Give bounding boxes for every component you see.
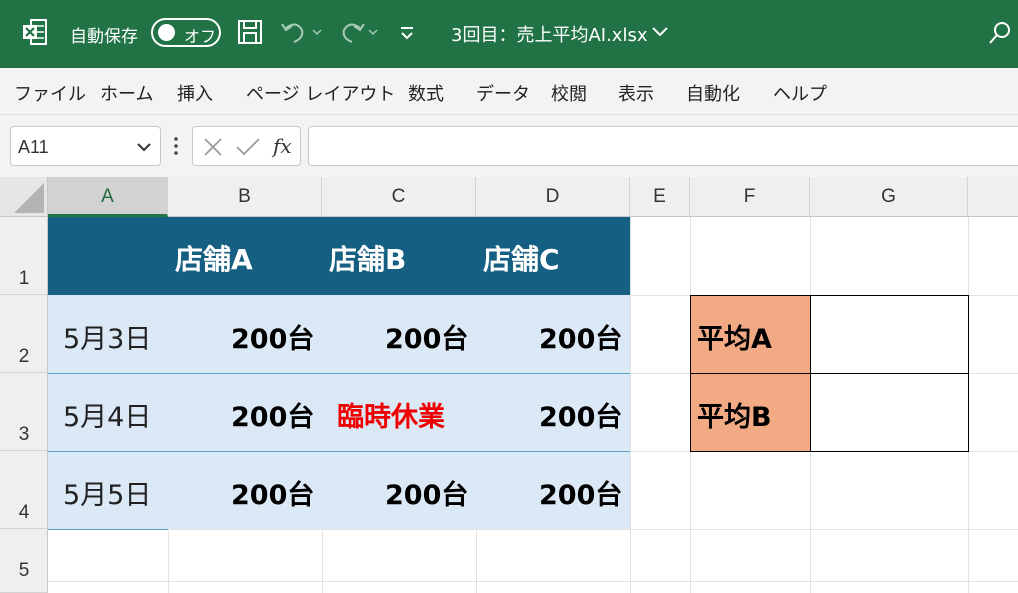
autosave-toggle[interactable]: オフ: [151, 18, 221, 47]
value-cell[interactable]: 200台: [539, 317, 622, 356]
gridline: [630, 217, 631, 593]
average-b-value[interactable]: [811, 374, 968, 451]
name-box-value: A11: [18, 137, 49, 157]
column-header-c[interactable]: C: [322, 177, 476, 217]
column-header-b[interactable]: B: [168, 177, 322, 217]
table-row-border: [48, 529, 168, 530]
value-cell[interactable]: 200台: [385, 317, 468, 356]
gridline: [48, 581, 1018, 582]
value-cell[interactable]: 200台: [231, 473, 314, 512]
chevron-down-icon[interactable]: [651, 22, 669, 42]
tab-insert[interactable]: 挿入: [177, 80, 213, 106]
save-icon[interactable]: [237, 18, 263, 46]
tab-data[interactable]: データ: [476, 80, 530, 106]
customize-qat-icon[interactable]: [398, 18, 416, 46]
ribbon-tabs: ファイル ホーム 挿入 ページ レイアウト 数式 データ 校閲 表示 自動化 ヘ…: [0, 68, 1018, 115]
header-store-b[interactable]: 店舗B: [329, 238, 406, 278]
tab-page-layout[interactable]: ページ レイアウト: [246, 80, 395, 106]
value-cell[interactable]: 200台: [231, 317, 314, 356]
chevron-down-icon[interactable]: [136, 140, 152, 154]
name-box[interactable]: A11: [10, 126, 161, 166]
value-cell[interactable]: 200台: [385, 473, 468, 512]
value-cell[interactable]: 200台: [539, 395, 622, 434]
select-all-triangle-icon: [14, 183, 44, 213]
table-row-border: [48, 373, 630, 374]
date-cell[interactable]: 5月4日: [63, 395, 151, 434]
column-header-f[interactable]: F: [690, 177, 810, 217]
value-cell[interactable]: 200台: [539, 473, 622, 512]
tab-review[interactable]: 校閲: [551, 80, 587, 106]
row-header-2[interactable]: 2: [0, 295, 48, 373]
excel-logo-icon[interactable]: [22, 18, 48, 46]
column-header-h[interactable]: [968, 177, 1018, 217]
select-all-button[interactable]: [0, 177, 48, 217]
formula-input[interactable]: [308, 126, 1018, 166]
header-store-c[interactable]: 店舗C: [483, 238, 560, 278]
file-name[interactable]: 3回目：売上平均AI.xlsx: [451, 21, 647, 47]
enter-icon[interactable]: [235, 136, 261, 158]
average-b-label[interactable]: 平均B: [697, 395, 772, 434]
worksheet-grid[interactable]: A B C D E F G 1 2 3 4 5 店舗A 店舗B 店舗C 5月3日…: [0, 177, 1018, 593]
row-header-1[interactable]: 1: [0, 217, 48, 295]
table-row-border: [48, 451, 630, 452]
tab-home[interactable]: ホーム: [100, 80, 153, 106]
row-header-5[interactable]: 5: [0, 529, 48, 593]
column-header-g[interactable]: G: [810, 177, 968, 217]
undo-icon[interactable]: [280, 18, 324, 46]
tab-file[interactable]: ファイル: [14, 80, 86, 106]
cancel-icon[interactable]: [202, 136, 224, 158]
tab-formulas[interactable]: 数式: [408, 80, 444, 106]
closed-cell[interactable]: 臨時休業: [337, 395, 445, 434]
autosave-label: 自動保存: [70, 27, 138, 47]
average-a-value[interactable]: [811, 296, 968, 373]
tab-help[interactable]: ヘルプ: [773, 80, 827, 106]
date-cell[interactable]: 5月5日: [63, 473, 151, 512]
column-header-a[interactable]: A: [48, 177, 168, 217]
toggle-label: オフ: [184, 27, 217, 46]
row-header-3[interactable]: 3: [0, 373, 48, 451]
header-store-a[interactable]: 店舗A: [175, 238, 253, 278]
insert-function-icon[interactable]: fx: [273, 134, 292, 158]
toggle-knob: [158, 24, 175, 41]
formula-buttons: fx: [192, 126, 301, 166]
column-header-d[interactable]: D: [476, 177, 630, 217]
gridline: [48, 529, 1018, 530]
redo-icon[interactable]: [336, 18, 380, 46]
column-header-e[interactable]: E: [630, 177, 690, 217]
date-cell[interactable]: 5月3日: [63, 317, 151, 356]
average-a-label[interactable]: 平均A: [697, 317, 772, 356]
search-icon[interactable]: [988, 20, 1012, 46]
tab-automate[interactable]: 自動化: [686, 80, 740, 106]
title-bar: 自動保存 オフ 3回目：売上平均AI.xlsx: [0, 0, 1018, 68]
formula-bar: A11 fx: [0, 115, 1018, 177]
value-cell[interactable]: 200台: [231, 395, 314, 434]
row-header-4[interactable]: 4: [0, 451, 48, 529]
more-options-icon[interactable]: [173, 135, 179, 157]
tab-view[interactable]: 表示: [618, 80, 654, 106]
